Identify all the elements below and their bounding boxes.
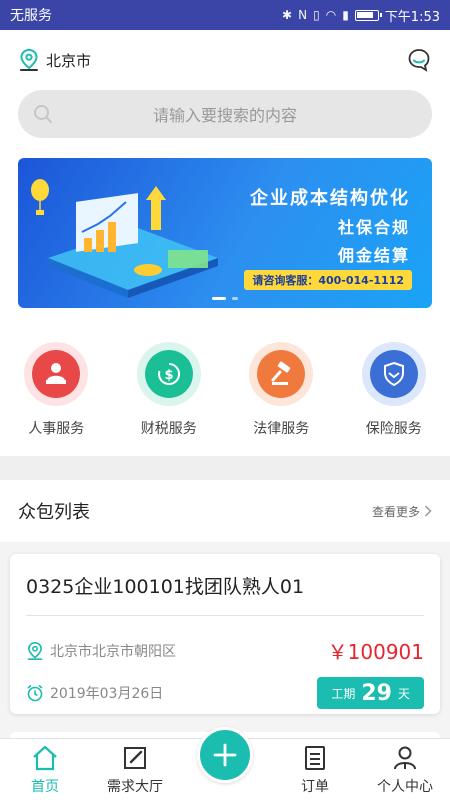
nfc-icon: Ν: [298, 8, 308, 22]
person-icon: [32, 350, 81, 398]
user-icon: [394, 746, 416, 769]
wifi-icon: ◠: [325, 8, 337, 22]
pagination-dot: [232, 297, 238, 300]
pagination-dot: [212, 297, 226, 300]
carrier-text: 无服务: [10, 8, 52, 24]
item-date: 2019年03月26日: [26, 683, 163, 703]
item-price: ￥100901: [327, 640, 424, 664]
shield-icon: [369, 350, 418, 398]
banner-line-3: 佣金结算: [337, 246, 410, 265]
banner-section: 企业成本结构优化 社保合规 佣金结算 请咨询客服：400-014-1112: [0, 150, 450, 330]
search-section: 请输入要搜索的内容: [0, 90, 450, 150]
location-pin-icon: [20, 48, 38, 71]
address-text: 北京市北京市朝阳区: [50, 643, 176, 660]
banner-illustration: [31, 179, 218, 298]
period-unit: 天: [397, 686, 410, 701]
status-icons: ✱ Ν ▯ ◠ ▮ 下午1:53: [282, 6, 440, 25]
banner-pagination: [212, 297, 238, 300]
order-icon: [305, 745, 325, 770]
bluetooth-icon: ✱: [282, 8, 293, 22]
top-bar: 北京市: [0, 30, 450, 90]
alarm-clock-icon: [27, 684, 43, 702]
sim-icon: ▮: [342, 8, 349, 22]
crowd-list-header: 众包列表 查看更多: [0, 480, 450, 542]
plus-icon: [213, 743, 237, 767]
section-title: 众包列表: [18, 502, 90, 523]
service-hr[interactable]: 人事服务: [6, 342, 106, 456]
home-icon: [33, 745, 57, 770]
service-insurance[interactable]: 保险服务: [344, 342, 444, 456]
status-time: 下午1:53: [384, 9, 440, 25]
view-more-link[interactable]: 查看更多: [372, 503, 432, 520]
search-placeholder: 请输入要搜索的内容: [152, 106, 297, 125]
list-item[interactable]: 0325企业100101找团队熟人01 北京市北京市朝阳区 ￥100901 20: [10, 554, 440, 714]
location-selector[interactable]: 北京市: [18, 48, 91, 72]
date-text: 2019年03月26日: [50, 686, 164, 702]
item-title: 0325企业100101找团队熟人01: [26, 554, 424, 616]
service-legal[interactable]: 法律服务: [231, 342, 331, 456]
location-label: 北京市: [46, 51, 92, 70]
gavel-icon: [257, 350, 306, 398]
promo-banner[interactable]: 企业成本结构优化 社保合规 佣金结算 请咨询客服：400-014-1112: [18, 158, 432, 308]
add-button[interactable]: [197, 727, 253, 783]
period-value: 29: [361, 680, 392, 706]
tab-label: 订单: [301, 778, 329, 795]
chevron-right-icon: [424, 505, 432, 517]
service-label: 人事服务: [28, 421, 85, 437]
search-input[interactable]: 请输入要搜索的内容: [18, 90, 432, 138]
status-bar: 无服务 ✱ Ν ▯ ◠ ▮ 下午1:53: [0, 0, 450, 30]
item-address: 北京市北京市朝阳区: [26, 641, 176, 661]
crowd-list: 0325企业100101找团队熟人01 北京市北京市朝阳区 ￥100901 20: [0, 542, 450, 752]
battery-icon: [354, 9, 382, 21]
tab-label: 首页: [31, 778, 59, 795]
vibrate-icon: ▯: [313, 8, 320, 22]
service-label: 财税服务: [140, 421, 197, 437]
tab-label: 需求大厅: [107, 778, 163, 795]
work-period-badge: 工期 29 天: [317, 677, 424, 709]
service-finance[interactable]: $ 财税服务: [119, 342, 219, 456]
service-label: 保险服务: [365, 421, 422, 437]
dollar-cycle-icon: $: [144, 350, 193, 398]
banner-hotline: 请咨询客服：400-014-1112: [244, 270, 412, 290]
chat-bubble-icon[interactable]: [406, 47, 432, 73]
tab-profile[interactable]: 个人中心: [360, 739, 450, 800]
tab-home[interactable]: 首页: [0, 739, 90, 800]
banner-line-2: 社保合规: [337, 218, 410, 237]
period-label: 工期: [331, 686, 356, 701]
view-more-label: 查看更多: [371, 504, 420, 519]
service-label: 法律服务: [253, 421, 310, 437]
tab-demand-hall[interactable]: 需求大厅: [90, 739, 180, 800]
tab-orders[interactable]: 订单: [270, 739, 360, 800]
service-grid: 人事服务 $ 财税服务 法律服务 保险服务: [0, 330, 450, 456]
edit-icon: [124, 746, 146, 769]
svg-text:$: $: [164, 368, 173, 383]
tab-label: 个人中心: [377, 778, 433, 795]
banner-headline: 企业成本结构优化: [250, 188, 410, 209]
location-pin-icon: [27, 641, 43, 660]
